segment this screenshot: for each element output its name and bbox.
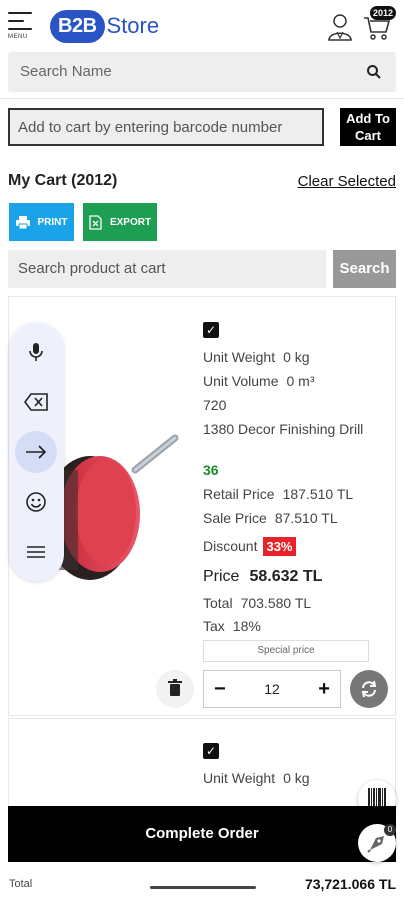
printer-icon — [15, 215, 30, 229]
quantity-value[interactable]: 12 — [264, 681, 280, 697]
quantity-stepper: − 12 + — [203, 670, 341, 708]
total-label: Total — [203, 595, 233, 611]
cart-title: My Cart (2012) — [8, 172, 118, 189]
logo-store: Store — [106, 13, 160, 38]
divider — [0, 98, 404, 99]
home-indicator[interactable] — [150, 886, 256, 889]
keyboard-menu-icon — [27, 546, 45, 558]
search-input[interactable]: Search Name — [8, 52, 396, 92]
retail-price-label: Retail Price — [203, 486, 275, 502]
add-to-cart-button[interactable]: Add To Cart — [340, 108, 396, 146]
unit-volume-row: Unit Volume 0 m³ — [203, 373, 314, 389]
cart-count-badge: 2012 — [369, 6, 396, 20]
menu-button[interactable]: MENU — [8, 10, 34, 40]
barcode-input[interactable]: Add to cart by entering barcode number — [8, 108, 324, 146]
excel-icon — [89, 214, 102, 230]
total-value: 703.580 TL — [240, 595, 312, 611]
cart-button[interactable]: 2012 — [362, 6, 396, 42]
delete-item-button[interactable] — [156, 670, 194, 708]
keyboard-menu-button[interactable] — [15, 531, 57, 573]
complete-order-button[interactable]: Complete Order — [8, 806, 396, 862]
unit-volume-label: Unit Volume — [203, 373, 279, 389]
unit-weight-value: 0 kg — [283, 349, 310, 365]
sale-price-value: 87.510 TL — [274, 510, 338, 526]
item-select-checkbox[interactable]: ✓ — [203, 743, 219, 759]
price-label: Price — [203, 568, 240, 585]
arrow-right-icon — [26, 445, 47, 459]
user-button[interactable] — [326, 12, 354, 42]
unit-weight-label: Unit Weight — [203, 349, 276, 365]
tax-label: Tax — [203, 618, 225, 634]
unit-weight-row: Unit Weight 0 kg — [203, 349, 310, 365]
decrease-quantity-button[interactable]: − — [214, 678, 226, 701]
refresh-price-button[interactable] — [350, 670, 388, 708]
price-row: Price 58.632 TL — [203, 568, 322, 586]
backspace-icon — [24, 393, 48, 411]
logo[interactable]: B2B Store — [50, 8, 159, 44]
rocket-button[interactable]: 0 — [358, 824, 396, 862]
stock-count: 36 — [203, 462, 219, 478]
search-placeholder: Search Name — [20, 63, 112, 80]
refresh-icon — [361, 680, 377, 698]
trash-icon — [168, 679, 182, 696]
logo-b2b: B2B — [50, 9, 105, 43]
sale-price-label: Sale Price — [203, 510, 267, 526]
hamburger-icon — [8, 12, 32, 14]
unit-weight-row: Unit Weight 0 kg — [203, 770, 310, 786]
unit-weight-label: Unit Weight — [203, 770, 276, 786]
next-button[interactable] — [15, 431, 57, 473]
cart-search-input[interactable]: Search product at cart — [8, 250, 326, 288]
clear-selected-link[interactable]: Clear Selected — [298, 173, 396, 190]
mic-button[interactable] — [15, 331, 57, 373]
footer-total-value: 73,721.066 TL — [304, 876, 396, 892]
retail-price-row: Retail Price 187.510 TL — [203, 486, 353, 502]
rocket-badge: 0 — [384, 824, 396, 836]
product-image[interactable] — [50, 430, 180, 580]
discount-badge: 33% — [263, 537, 296, 556]
footer-total-label: Total — [9, 878, 33, 890]
emoji-button[interactable] — [15, 481, 57, 523]
discount-row: Discount 33% — [203, 537, 296, 556]
price-value: 58.632 TL — [249, 568, 323, 585]
search-icon[interactable] — [366, 64, 382, 80]
tax-value: 18% — [232, 618, 261, 634]
unit-weight-value: 0 kg — [283, 770, 310, 786]
unit-volume-value: 0 m³ — [286, 373, 315, 389]
retail-price-value: 187.510 TL — [282, 486, 354, 502]
app-header: MENU B2B Store 2012 — [0, 0, 404, 52]
cart-search-button[interactable]: Search — [333, 250, 396, 288]
tax-row: Tax 18% — [203, 618, 261, 634]
print-button[interactable]: PRINT — [9, 203, 74, 241]
hamburger-icon-bar — [8, 28, 32, 30]
cart-search-placeholder: Search product at cart — [18, 260, 166, 277]
barcode-placeholder: Add to cart by entering barcode number — [18, 119, 283, 136]
print-label: PRINT — [37, 216, 68, 228]
keyboard-toolbar — [9, 323, 64, 581]
export-button[interactable]: EXPORT — [83, 203, 157, 241]
total-row: Total 703.580 TL — [203, 595, 311, 611]
emoji-icon — [26, 492, 46, 512]
sale-price-row: Sale Price 87.510 TL — [203, 510, 338, 526]
discount-label: Discount — [203, 538, 258, 554]
increase-quantity-button[interactable]: + — [318, 678, 330, 701]
special-price-field[interactable]: Special price — [203, 640, 369, 662]
export-label: EXPORT — [109, 216, 152, 228]
product-name[interactable]: 1380 Decor Finishing Drill — [203, 421, 363, 437]
item-select-checkbox[interactable]: ✓ — [203, 322, 219, 338]
user-icon — [328, 14, 352, 41]
menu-label: MENU — [8, 34, 28, 40]
hamburger-icon-bar — [8, 20, 24, 22]
backspace-button[interactable] — [15, 381, 57, 423]
cart-item-card — [8, 718, 396, 808]
product-code: 720 — [203, 397, 227, 413]
mic-icon — [29, 343, 43, 361]
